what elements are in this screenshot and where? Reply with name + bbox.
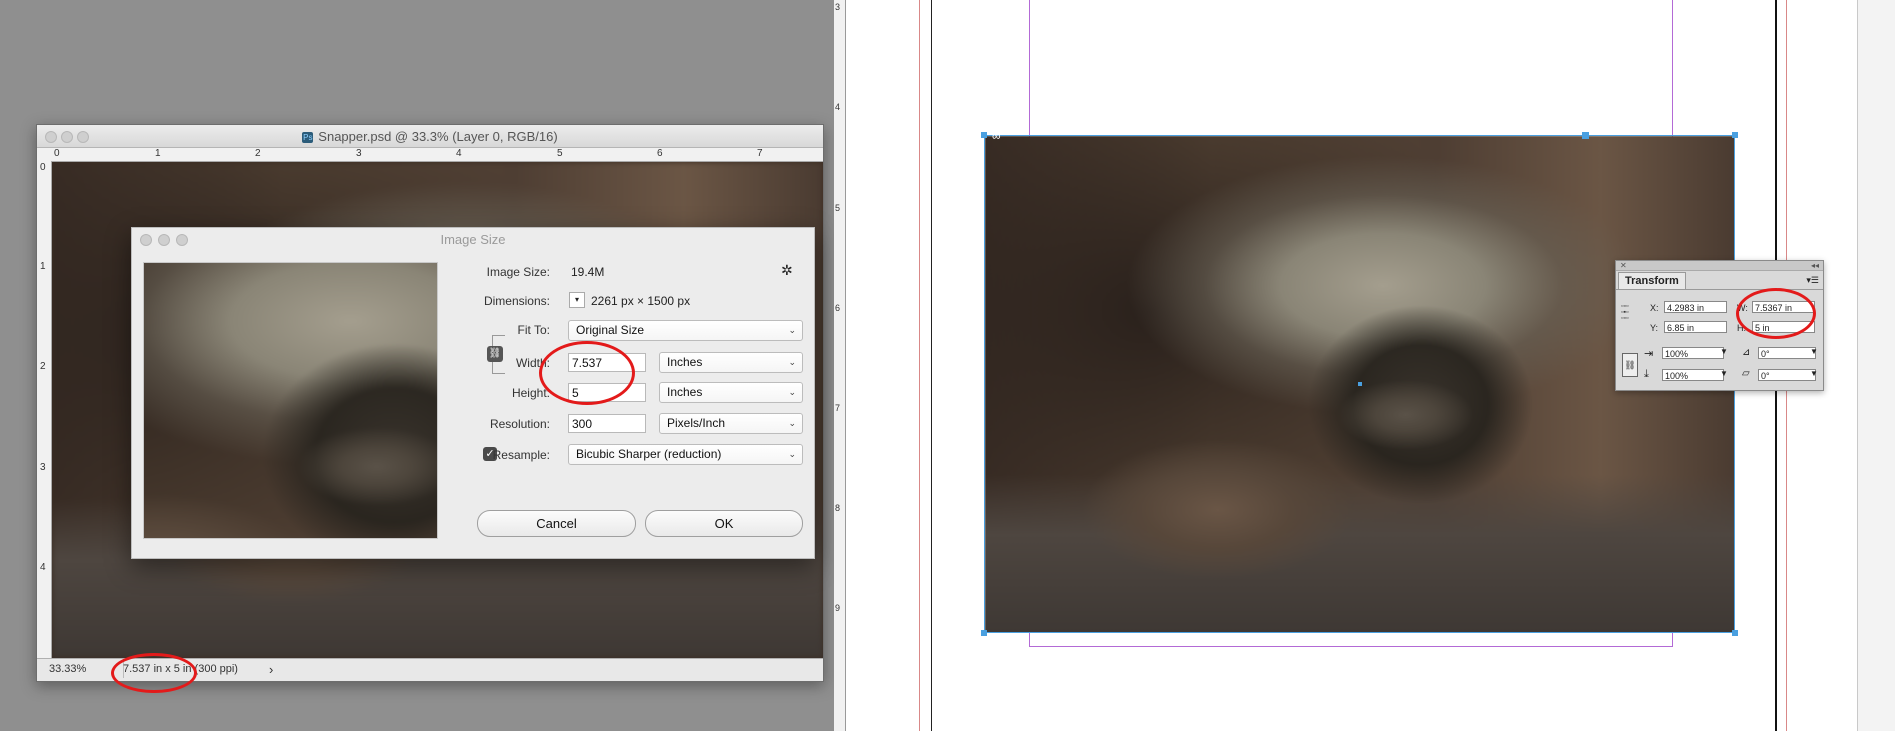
resolution-label: Resolution:	[489, 417, 550, 431]
ruler-tick: 6	[657, 148, 663, 159]
horizontal-ruler[interactable]: 0 1 2 3 4 5 6 7	[51, 148, 823, 162]
ruler-tick: 4	[835, 102, 841, 112]
height-unit-value: Inches	[667, 385, 703, 399]
frame-center-point[interactable]	[1358, 382, 1362, 386]
image-size-label: Image Size:	[486, 265, 550, 279]
height-unit-select[interactable]: Inches ⌄	[659, 382, 803, 403]
bleed-guide	[919, 0, 920, 731]
y-label: Y:	[1650, 323, 1659, 333]
scale-x-input[interactable]: 100%	[1662, 347, 1724, 359]
dialog-title: Image Size	[440, 232, 506, 247]
chevron-down-icon[interactable]: ▼	[1720, 369, 1728, 378]
resample-label: Resample:	[492, 448, 550, 462]
shear-icon: ▱	[1742, 368, 1750, 379]
zoom-level[interactable]: 33.33%	[49, 663, 86, 675]
ruler-tick: 8	[835, 503, 841, 513]
chevron-down-icon: ⌄	[788, 325, 796, 335]
chevron-down-icon[interactable]: ▼	[1720, 347, 1728, 356]
collapse-icon[interactable]: ◂◂	[1811, 261, 1819, 270]
scale-x-icon: ⇥	[1644, 348, 1654, 360]
x-input[interactable]: 4.2983 in	[1664, 301, 1727, 313]
ruler-origin[interactable]	[37, 148, 52, 162]
shear-input[interactable]: 0°	[1758, 369, 1816, 381]
chevron-down-icon[interactable]: ▼	[1810, 347, 1818, 356]
frame-handle[interactable]	[1732, 630, 1738, 636]
ruler-tick: 2	[255, 148, 261, 159]
frame-handle[interactable]	[1732, 132, 1738, 138]
height-label: Height:	[511, 386, 550, 400]
ps-document-title: Ps Snapper.psd @ 33.3% (Layer 0, RGB/16)	[37, 129, 823, 144]
ruler-tick: 5	[835, 203, 841, 213]
fit-to-label: Fit To:	[517, 323, 550, 337]
ruler-tick: 6	[835, 303, 841, 313]
reference-point-icon[interactable]: ▫▫▫ ▫▪▫ ▫▫▫	[1621, 303, 1639, 322]
ruler-tick: 4	[40, 562, 46, 573]
cancel-button[interactable]: Cancel	[477, 510, 636, 537]
constrain-proportions-icon[interactable]: ⛓	[1622, 353, 1638, 377]
ruler-tick: 9	[835, 603, 841, 613]
x-label: X:	[1650, 303, 1659, 313]
ps-title-bar[interactable]: Ps Snapper.psd @ 33.3% (Layer 0, RGB/16)	[37, 125, 823, 148]
chevron-down-icon: ⌄	[788, 387, 796, 397]
resolution-input[interactable]: 300	[568, 414, 646, 433]
chevron-down-icon[interactable]: ▼	[1810, 369, 1818, 378]
frame-handle[interactable]	[1582, 132, 1589, 139]
panel-menu-icon[interactable]: ▾☰	[1806, 275, 1819, 286]
ruler-tick: 5	[557, 148, 563, 159]
pasteboard-scrollbar[interactable]	[1857, 0, 1895, 731]
close-icon[interactable]: ✕	[1620, 261, 1627, 270]
resolution-unit-value: Pixels/Inch	[667, 416, 726, 430]
chevron-down-icon: ⌄	[788, 418, 796, 428]
ruler-tick: 4	[456, 148, 462, 159]
frame-handle[interactable]	[981, 132, 987, 138]
resolution-unit-select[interactable]: Pixels/Inch ⌄	[659, 413, 803, 434]
chevron-down-icon: ⌄	[788, 357, 796, 367]
scale-y-icon: ⤓	[1644, 368, 1649, 380]
ok-button[interactable]: OK	[645, 510, 803, 537]
annotation-circle-doc-info	[111, 653, 197, 693]
ruler-tick: 3	[356, 148, 362, 159]
tab-transform[interactable]: Transform	[1618, 272, 1686, 289]
frame-handle[interactable]	[981, 630, 987, 636]
annotation-circle-width	[539, 341, 635, 405]
panel-header[interactable]: ✕ ◂◂	[1616, 261, 1823, 271]
resample-select[interactable]: Bicubic Sharper (reduction) ⌄	[568, 444, 803, 465]
vertical-ruler[interactable]: 0 1 2 3 4	[37, 161, 52, 658]
ruler-tick: 7	[757, 148, 763, 159]
annotation-circle-transform-width	[1736, 288, 1816, 339]
ruler-tick: 1	[155, 148, 161, 159]
ruler-tick: 3	[835, 2, 841, 12]
ruler-tick: 2	[40, 361, 46, 372]
dimensions-value: 2261 px × 1500 px	[591, 294, 691, 308]
ruler-tick: 7	[835, 403, 841, 413]
preview-photo	[144, 263, 437, 538]
fit-to-value: Original Size	[576, 323, 645, 337]
fit-to-select[interactable]: Original Size ⌄	[568, 320, 803, 341]
indesign-vertical-ruler[interactable]: 3 4 5 6 7 8 9	[834, 0, 846, 731]
width-unit-value: Inches	[667, 355, 703, 369]
image-preview[interactable]	[143, 262, 438, 539]
width-unit-select[interactable]: Inches ⌄	[659, 352, 803, 373]
ps-document-title-text: Snapper.psd @ 33.3% (Layer 0, RGB/16)	[318, 129, 558, 144]
link-icon[interactable]: ∞	[992, 129, 1001, 143]
image-size-dialog: Image Size Image Size: 19.4M ✲ Dimension…	[131, 227, 815, 559]
gear-icon[interactable]: ✲	[781, 262, 793, 279]
photoshop-file-icon: Ps	[302, 132, 314, 144]
chevron-down-icon: ⌄	[788, 449, 796, 459]
ruler-tick: 1	[40, 261, 46, 272]
image-size-value: 19.4M	[571, 265, 605, 279]
ruler-tick: 3	[40, 462, 46, 473]
status-menu-arrow-icon[interactable]: ›	[269, 662, 273, 677]
page-edge	[931, 0, 932, 731]
ruler-tick: 0	[54, 148, 60, 159]
rotate-input[interactable]: 0°	[1758, 347, 1816, 359]
scale-y-input[interactable]: 100%	[1662, 369, 1724, 381]
resample-value: Bicubic Sharper (reduction)	[576, 447, 722, 461]
dimensions-unit-chevron-icon[interactable]: ▾	[569, 292, 585, 308]
dimensions-label: Dimensions:	[483, 294, 550, 308]
width-label: Width:	[515, 356, 550, 370]
y-input[interactable]: 6.85 in	[1664, 321, 1727, 333]
rotate-icon: ⊿	[1742, 347, 1751, 358]
ruler-tick: 0	[40, 162, 46, 173]
